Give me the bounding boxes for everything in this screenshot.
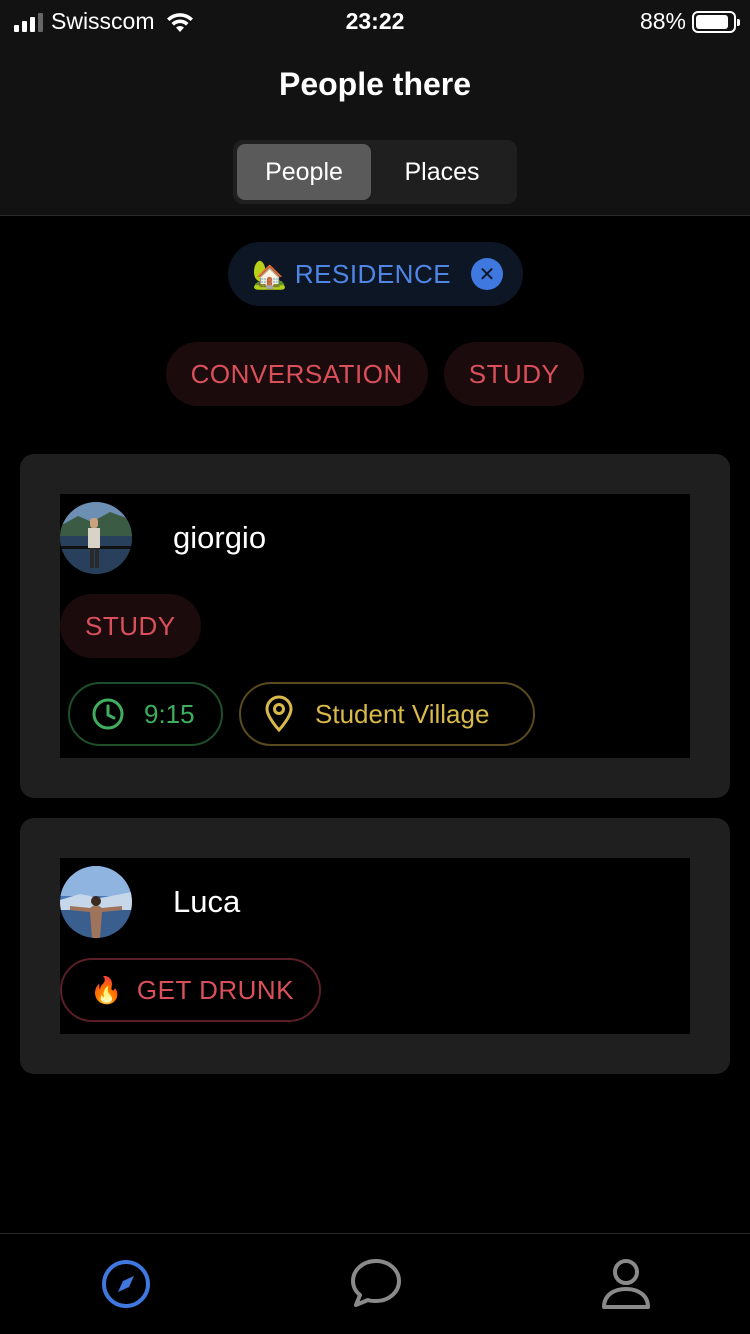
activity-badge: 🔥 GET DRUNK: [60, 958, 322, 1022]
user-name: giorgio: [173, 520, 267, 555]
fire-icon: 🔥: [90, 974, 123, 1005]
residence-filter-chip[interactable]: 🏡 RESIDENCE ✕: [228, 242, 523, 306]
status-time: 23:22: [345, 8, 405, 34]
avatar[interactable]: [60, 502, 132, 574]
user-name: Luca: [173, 884, 241, 919]
time-value: 9:15: [144, 698, 195, 729]
activity-label: STUDY: [85, 610, 176, 641]
person-card[interactable]: Luca 🔥 GET DRUNK: [20, 818, 730, 1074]
avatar[interactable]: [60, 866, 132, 938]
compass-icon: [102, 1260, 150, 1308]
close-icon[interactable]: ✕: [471, 258, 503, 290]
status-right: 88%: [639, 8, 740, 35]
person-card-content: Luca 🔥 GET DRUNK: [60, 858, 690, 1034]
page-title: People there: [278, 66, 472, 102]
location-pin-icon: [265, 695, 293, 733]
clock-icon: [92, 698, 124, 730]
tag-conversation[interactable]: CONVERSATION: [165, 342, 428, 406]
profile-icon: [602, 1259, 650, 1309]
tag-row: CONVERSATION STUDY: [0, 342, 750, 406]
battery-fill: [696, 14, 728, 29]
time-pill: 9:15: [68, 682, 223, 746]
segmented-control: People Places: [233, 140, 517, 204]
activity-label: GET DRUNK: [136, 974, 295, 1005]
person-card-content: giorgio STUDY 9:15 Student Village: [60, 494, 690, 758]
location-name: Student Village: [315, 698, 490, 729]
tab-profile[interactable]: [598, 1256, 654, 1312]
house-icon: 🏡: [252, 258, 287, 290]
tag-study[interactable]: STUDY: [443, 342, 585, 406]
battery-icon: [692, 10, 740, 33]
chat-icon: [351, 1259, 401, 1307]
tab-bar: [0, 1233, 750, 1334]
segment-places[interactable]: Places: [371, 144, 513, 200]
person-card[interactable]: giorgio STUDY 9:15 Student Village: [20, 454, 730, 798]
status-bar: Swisscom 23:22 88%: [0, 0, 750, 40]
battery-percent: 88%: [639, 8, 686, 34]
segment-people[interactable]: People: [237, 144, 371, 200]
residence-label: RESIDENCE: [294, 258, 452, 289]
header: People there People Places: [0, 40, 750, 216]
location-pill[interactable]: Student Village: [239, 682, 535, 746]
tab-chat[interactable]: [348, 1256, 404, 1312]
activity-badge: STUDY: [60, 594, 201, 658]
tab-explore[interactable]: [98, 1256, 154, 1312]
